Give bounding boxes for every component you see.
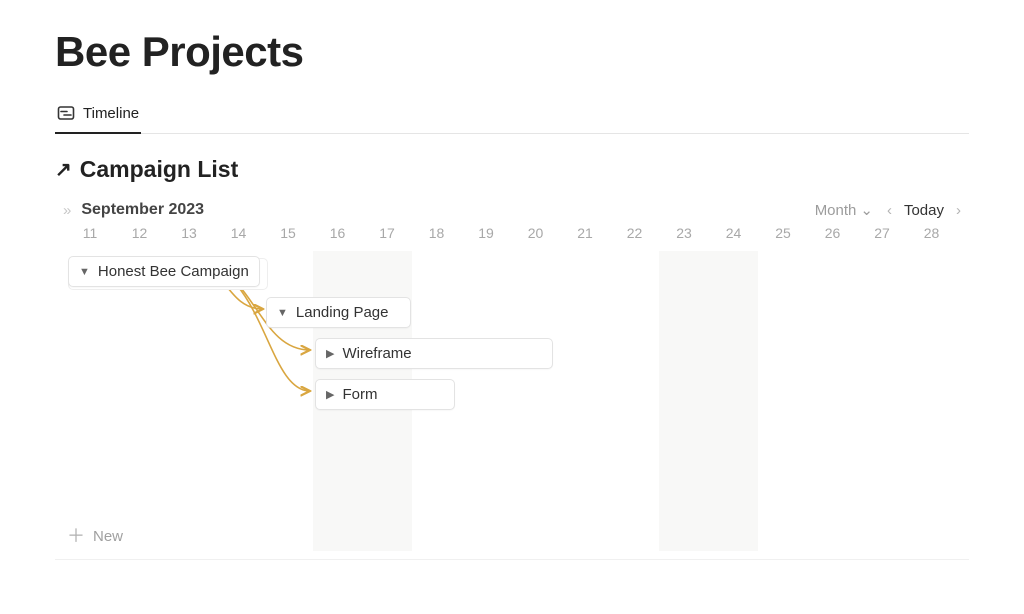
day-column-label: 18: [412, 225, 462, 241]
prev-button[interactable]: ‹: [887, 202, 892, 219]
content: Bee Projects Timeline ↗ Campaign List »: [0, 0, 1024, 560]
view-tabs: Timeline: [55, 98, 969, 134]
day-column-label: 11: [65, 225, 115, 241]
dependency-connectors: [55, 251, 955, 551]
caret-down-icon: ▼: [277, 307, 288, 319]
caret-right-icon: ▶: [326, 388, 334, 401]
toolbar-right: Month ⌄ ‹ Today ›: [815, 201, 961, 219]
tab-timeline[interactable]: Timeline: [55, 98, 141, 134]
toolbar-left: » September 2023: [63, 201, 204, 219]
card-form[interactable]: ▶ Form: [315, 379, 455, 410]
day-column-label: 20: [511, 225, 561, 241]
nav-group: ‹ Today ›: [887, 202, 961, 219]
next-button[interactable]: ›: [956, 202, 961, 219]
new-row-button[interactable]: ＋ New: [67, 527, 123, 545]
today-button[interactable]: Today: [904, 202, 944, 219]
day-column-label: 12: [115, 225, 165, 241]
day-column-label: 23: [659, 225, 709, 241]
day-column-label: 13: [164, 225, 214, 241]
day-header: 111213141516171819202122232425262728: [55, 225, 969, 251]
tab-timeline-label: Timeline: [83, 105, 139, 122]
day-column-label: 21: [560, 225, 610, 241]
card-honest-bee[interactable]: ▼ Honest Bee Campaign: [68, 256, 260, 287]
timeline-area: 111213141516171819202122232425262728 ▼: [55, 225, 969, 560]
section-title: Campaign List: [80, 156, 238, 183]
card-label: Form: [342, 386, 377, 403]
caret-right-icon: ▶: [326, 347, 334, 360]
page-root: Bee Projects Timeline ↗ Campaign List »: [0, 0, 1024, 614]
card-wireframe[interactable]: ▶ Wireframe: [315, 338, 553, 369]
new-label: New: [93, 528, 123, 545]
day-column-label: 25: [758, 225, 808, 241]
page-title: Bee Projects: [55, 28, 969, 76]
timeline-rows: ▼ Honest Bee Campaign ▼ Landing Page ▶ W…: [55, 251, 969, 551]
caret-down-icon: ▼: [79, 266, 90, 278]
day-column-label: 22: [610, 225, 660, 241]
open-link-icon: ↗: [55, 157, 72, 182]
day-column-label: 27: [857, 225, 907, 241]
month-label: September 2023: [81, 201, 204, 219]
chevron-down-icon: ⌄: [860, 201, 873, 219]
scale-select[interactable]: Month ⌄: [815, 201, 873, 219]
weekend-column: [659, 251, 709, 551]
card-landing-page[interactable]: ▼ Landing Page: [266, 297, 411, 328]
weekend-column: [709, 251, 759, 551]
day-column-label: 19: [461, 225, 511, 241]
day-column-label: 16: [313, 225, 363, 241]
section-header[interactable]: ↗ Campaign List: [55, 156, 969, 183]
card-label: Landing Page: [296, 304, 389, 321]
timeline-icon: [57, 104, 75, 122]
card-label: Wireframe: [342, 345, 411, 362]
expand-sidebar-icon[interactable]: »: [63, 202, 71, 219]
timeline-toolbar: » September 2023 Month ⌄ ‹ Today ›: [63, 201, 961, 219]
day-column-label: 17: [362, 225, 412, 241]
day-column-label: 26: [808, 225, 858, 241]
day-column-label: 28: [907, 225, 957, 241]
day-column-label: 24: [709, 225, 759, 241]
scale-label: Month: [815, 202, 857, 219]
day-column-label: 14: [214, 225, 264, 241]
day-column-label: 15: [263, 225, 313, 241]
plus-icon: ＋: [67, 527, 85, 545]
card-label: Honest Bee Campaign: [98, 263, 249, 280]
